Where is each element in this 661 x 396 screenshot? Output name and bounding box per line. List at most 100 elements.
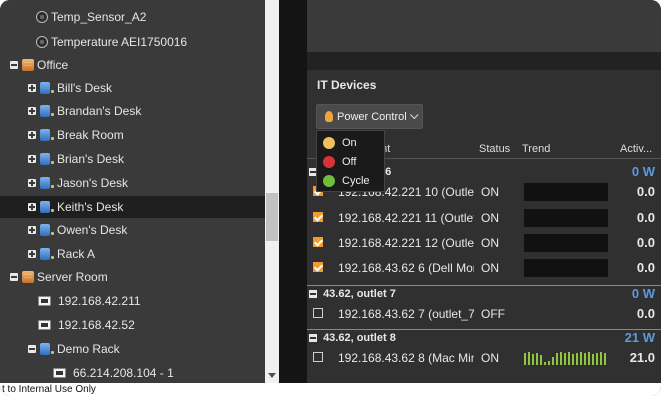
folder-icon — [22, 59, 34, 71]
tree-item-label: Temperature AEI1750016 — [51, 35, 188, 49]
sparkline-bar — [548, 361, 550, 365]
device-status: OFF — [481, 307, 505, 321]
sparkline-bar — [556, 353, 558, 365]
rack-icon — [40, 105, 54, 117]
device-name: 192.168.42.221 11 (Outlet ... — [338, 211, 474, 225]
tree-item-label: Keith's Desk — [57, 200, 124, 214]
rack-icon — [40, 153, 54, 165]
expand-toggle-icon[interactable] — [28, 203, 36, 211]
rack-icon — [40, 82, 54, 94]
tree-item-label: Rack A — [57, 247, 96, 261]
tree-item-server-room[interactable]: Server Room — [10, 266, 108, 288]
device-name: 192.168.43.62 7 (outlet_7) — [338, 307, 474, 321]
group-header[interactable]: 43.62, outlet 7 0 W — [307, 285, 661, 302]
column-header-activity[interactable]: Activ... — [620, 143, 652, 155]
device-icon — [38, 320, 51, 330]
tree-item-192-168-42-52[interactable]: 192.168.42.52 — [38, 314, 135, 336]
sparkline-bar — [576, 353, 578, 365]
tree-item-break-room[interactable]: Break Room — [28, 124, 124, 146]
divider-strip — [279, 0, 307, 383]
tree-item-bills-desk[interactable]: Bill's Desk — [28, 77, 112, 99]
sparkline-bar — [568, 352, 570, 365]
expand-toggle-icon[interactable] — [28, 84, 36, 92]
rack-icon — [40, 129, 54, 141]
panel-gap — [307, 52, 661, 70]
group-header[interactable]: 43.62, outlet 8 21 W — [307, 329, 661, 346]
row-checkbox[interactable] — [313, 212, 323, 222]
menu-item-cycle[interactable]: Cycle — [317, 171, 386, 191]
menu-item-label: Cycle — [342, 175, 370, 187]
collapse-toggle-icon[interactable] — [10, 273, 18, 281]
expand-toggle-icon[interactable] — [28, 155, 36, 163]
row-checkbox[interactable] — [313, 308, 323, 318]
menu-item-off[interactable]: Off — [317, 152, 386, 172]
tree-item-temp-sensor-a2[interactable]: Temp_Sensor_A2 — [36, 6, 146, 28]
power-control-button[interactable]: Power Control — [316, 104, 423, 129]
sparkline-bar — [592, 354, 594, 365]
table-row[interactable]: 192.168.42.221 12 (Outlet ... ON 0.0 — [307, 231, 661, 255]
tree-item-keiths-desk[interactable]: Keith's Desk — [0, 196, 265, 218]
device-status: ON — [481, 211, 499, 225]
menu-item-label: Off — [342, 156, 357, 168]
tree-item-temperature-aei1750016[interactable]: Temperature AEI1750016 — [36, 31, 187, 53]
row-checkbox[interactable] — [313, 237, 323, 247]
collapse-toggle-icon[interactable] — [309, 334, 317, 342]
row-checkbox[interactable] — [313, 262, 323, 272]
top-panel — [307, 0, 661, 52]
tree-item-label: Jason's Desk — [57, 176, 128, 190]
sparkline-bar — [572, 354, 574, 365]
device-name: 192.168.43.62 8 (Mac Mini) — [338, 351, 474, 365]
trend-sparkline — [524, 183, 608, 201]
column-header-trend[interactable]: Trend — [522, 143, 550, 155]
tree-item-office[interactable]: Office — [10, 54, 68, 76]
expand-toggle-icon[interactable] — [28, 226, 36, 234]
device-activity: 0.0 — [636, 210, 655, 225]
tree-item-label: Brian's Desk — [57, 152, 124, 166]
expand-toggle-icon[interactable] — [28, 107, 36, 115]
tree-item-66-214-208-104-1[interactable]: 66.214.208.104 - 1 — [53, 362, 174, 383]
tree-item-demo-rack[interactable]: Demo Rack — [28, 338, 120, 360]
expand-toggle-icon[interactable] — [28, 179, 36, 187]
tree-item-brandans-desk[interactable]: Brandan's Desk — [28, 100, 141, 122]
collapse-toggle-icon[interactable] — [28, 345, 36, 353]
tree-item-rack-a[interactable]: Rack A — [28, 243, 95, 265]
tree-item-owens-desk[interactable]: Owen's Desk — [28, 219, 127, 241]
tree-item-brians-desk[interactable]: Brian's Desk — [28, 148, 124, 170]
sparkline-bar — [536, 353, 538, 365]
column-header-status[interactable]: Status — [479, 143, 510, 155]
footer-notice: t to Internal Use Only — [0, 383, 661, 396]
device-status: ON — [481, 236, 499, 250]
menu-item-on[interactable]: On — [317, 133, 386, 153]
tree-scrollbar[interactable] — [265, 0, 279, 383]
power-control-label: Power Control — [337, 110, 407, 123]
sparkline-bar — [560, 352, 562, 365]
tree-item-192-168-42-211[interactable]: 192.168.42.211 — [38, 290, 141, 312]
sparkline-bar — [588, 352, 590, 365]
scroll-down-arrow-icon[interactable] — [268, 373, 276, 378]
tree-item-label: Break Room — [57, 128, 124, 142]
table-row[interactable]: 192.168.42.221 11 (Outlet ... ON 0.0 — [307, 206, 661, 230]
expand-toggle-icon[interactable] — [28, 131, 36, 139]
scrollbar-thumb[interactable] — [266, 193, 278, 241]
table-row[interactable]: 192.168.43.62 8 (Mac Mini) ON 21.0 — [307, 346, 661, 370]
expand-toggle-icon[interactable] — [28, 250, 36, 258]
tree-item-label: Bill's Desk — [57, 81, 112, 95]
rack-icon — [40, 224, 54, 236]
device-name: 192.168.43.62 6 (Dell Moni... — [338, 261, 474, 275]
power-off-icon — [323, 156, 335, 168]
row-checkbox[interactable] — [313, 352, 323, 362]
bulb-on-icon — [323, 137, 335, 149]
rack-icon — [40, 343, 54, 355]
tree-item-label: 192.168.42.52 — [58, 318, 135, 332]
collapse-toggle-icon[interactable] — [10, 61, 18, 69]
tree-item-jasons-desk[interactable]: Jason's Desk — [28, 172, 128, 194]
table-row[interactable]: 192.168.43.62 7 (outlet_7) OFF 0.0 — [307, 302, 661, 326]
group-watts: 0 W — [631, 164, 655, 179]
device-status: ON — [481, 351, 499, 365]
table-row[interactable]: 192.168.43.62 6 (Dell Moni... ON 0.0 — [307, 256, 661, 280]
rack-icon — [40, 201, 54, 213]
sensor-icon — [36, 11, 48, 23]
tree-item-label: Demo Rack — [57, 342, 120, 356]
device-icon — [38, 296, 51, 306]
collapse-toggle-icon[interactable] — [309, 290, 317, 298]
